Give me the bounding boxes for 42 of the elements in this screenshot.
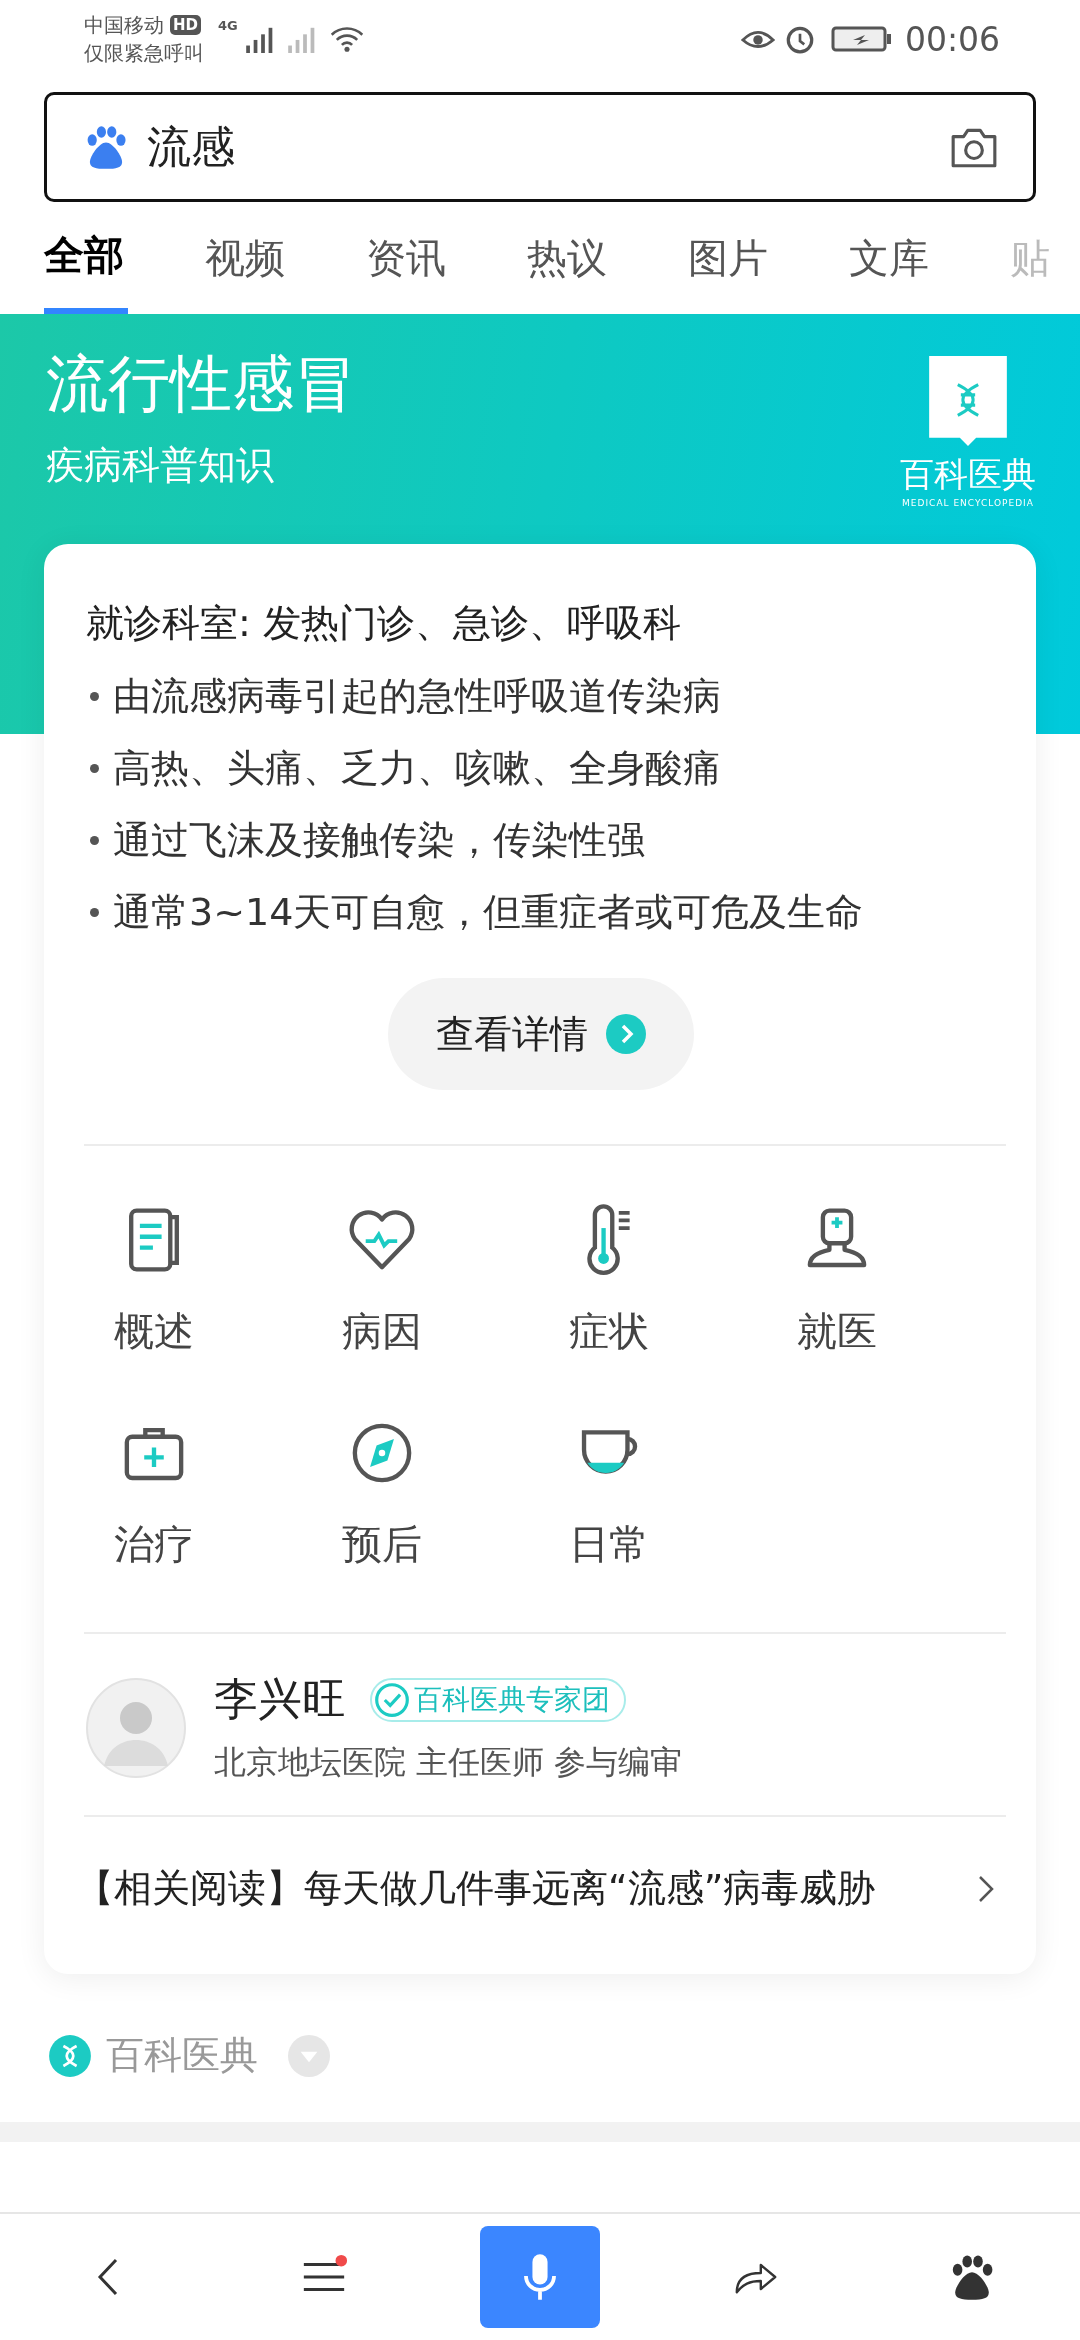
tab[interactable]: 图片: [688, 202, 849, 314]
bullet-dot: [90, 691, 99, 701]
section-link[interactable]: 就医: [796, 1202, 877, 1359]
tab[interactable]: 资讯: [366, 202, 527, 314]
disease-subtitle: 疾病科普知识: [46, 442, 275, 489]
expert-name: 李兴旺: [214, 1672, 346, 1726]
section-link[interactable]: 症状: [569, 1202, 649, 1359]
related-reading-link[interactable]: 【相关阅读】每天做几件事远离“流感”病毒威胁: [76, 1817, 996, 1940]
section-link[interactable]: 概述: [114, 1202, 194, 1359]
carrier-name: 中国移动: [84, 12, 164, 39]
department-text: 就诊科室: 发热门诊、急诊、呼吸科: [86, 600, 682, 647]
logo-subtitle: MEDICAL ENCYCLOPEDIA: [902, 498, 1034, 508]
tab[interactable]: 热议: [527, 202, 688, 314]
search-field[interactable]: 流感: [44, 92, 1036, 202]
camera-icon[interactable]: [949, 126, 999, 168]
logo-title: 百科医典: [900, 453, 1036, 496]
section-link[interactable]: 日常: [569, 1415, 649, 1572]
tab[interactable]: 文库: [849, 202, 1010, 314]
section-link[interactable]: 治疗: [114, 1415, 194, 1572]
source-name: 百科医典: [106, 2032, 258, 2079]
expert-affiliation: 北京地坛医院 主任医师 参与编审: [214, 1742, 683, 1783]
symptom-text: 通过飞沫及接触传染，传染性强: [113, 817, 645, 864]
tab[interactable]: 视频: [205, 202, 366, 314]
details-button[interactable]: 查看详情: [388, 978, 694, 1090]
network-type: 4G: [218, 18, 238, 33]
disease-title: 流行性感冒: [46, 346, 356, 422]
expert-badge: 百科医典专家团: [370, 1677, 626, 1722]
symptom-text: 高热、头痛、乏力、咳嗽、全身酸痛: [113, 745, 721, 792]
section-link[interactable]: 预后: [341, 1415, 422, 1572]
emergency-status: 仅限紧急呼叫: [84, 40, 204, 67]
symptom-text: 由流感病毒引起的急性呼吸道传染病: [113, 673, 721, 720]
bullet-dot: [90, 763, 99, 773]
symptom-text: 通常3~14天可自愈，但重症者或可危及生命: [113, 889, 864, 936]
chevron-icon: [606, 1014, 646, 1054]
hd-badge: HD: [170, 15, 201, 35]
wifi-icon: [329, 25, 364, 53]
clock-time: 00:06: [904, 19, 1000, 59]
dna-logo-icon: [48, 2033, 92, 2078]
bullet-dot: [90, 835, 99, 845]
section-link[interactable]: 病因: [341, 1202, 422, 1359]
voice-search-button[interactable]: [480, 2226, 600, 2328]
bullet-dot: [90, 907, 99, 917]
